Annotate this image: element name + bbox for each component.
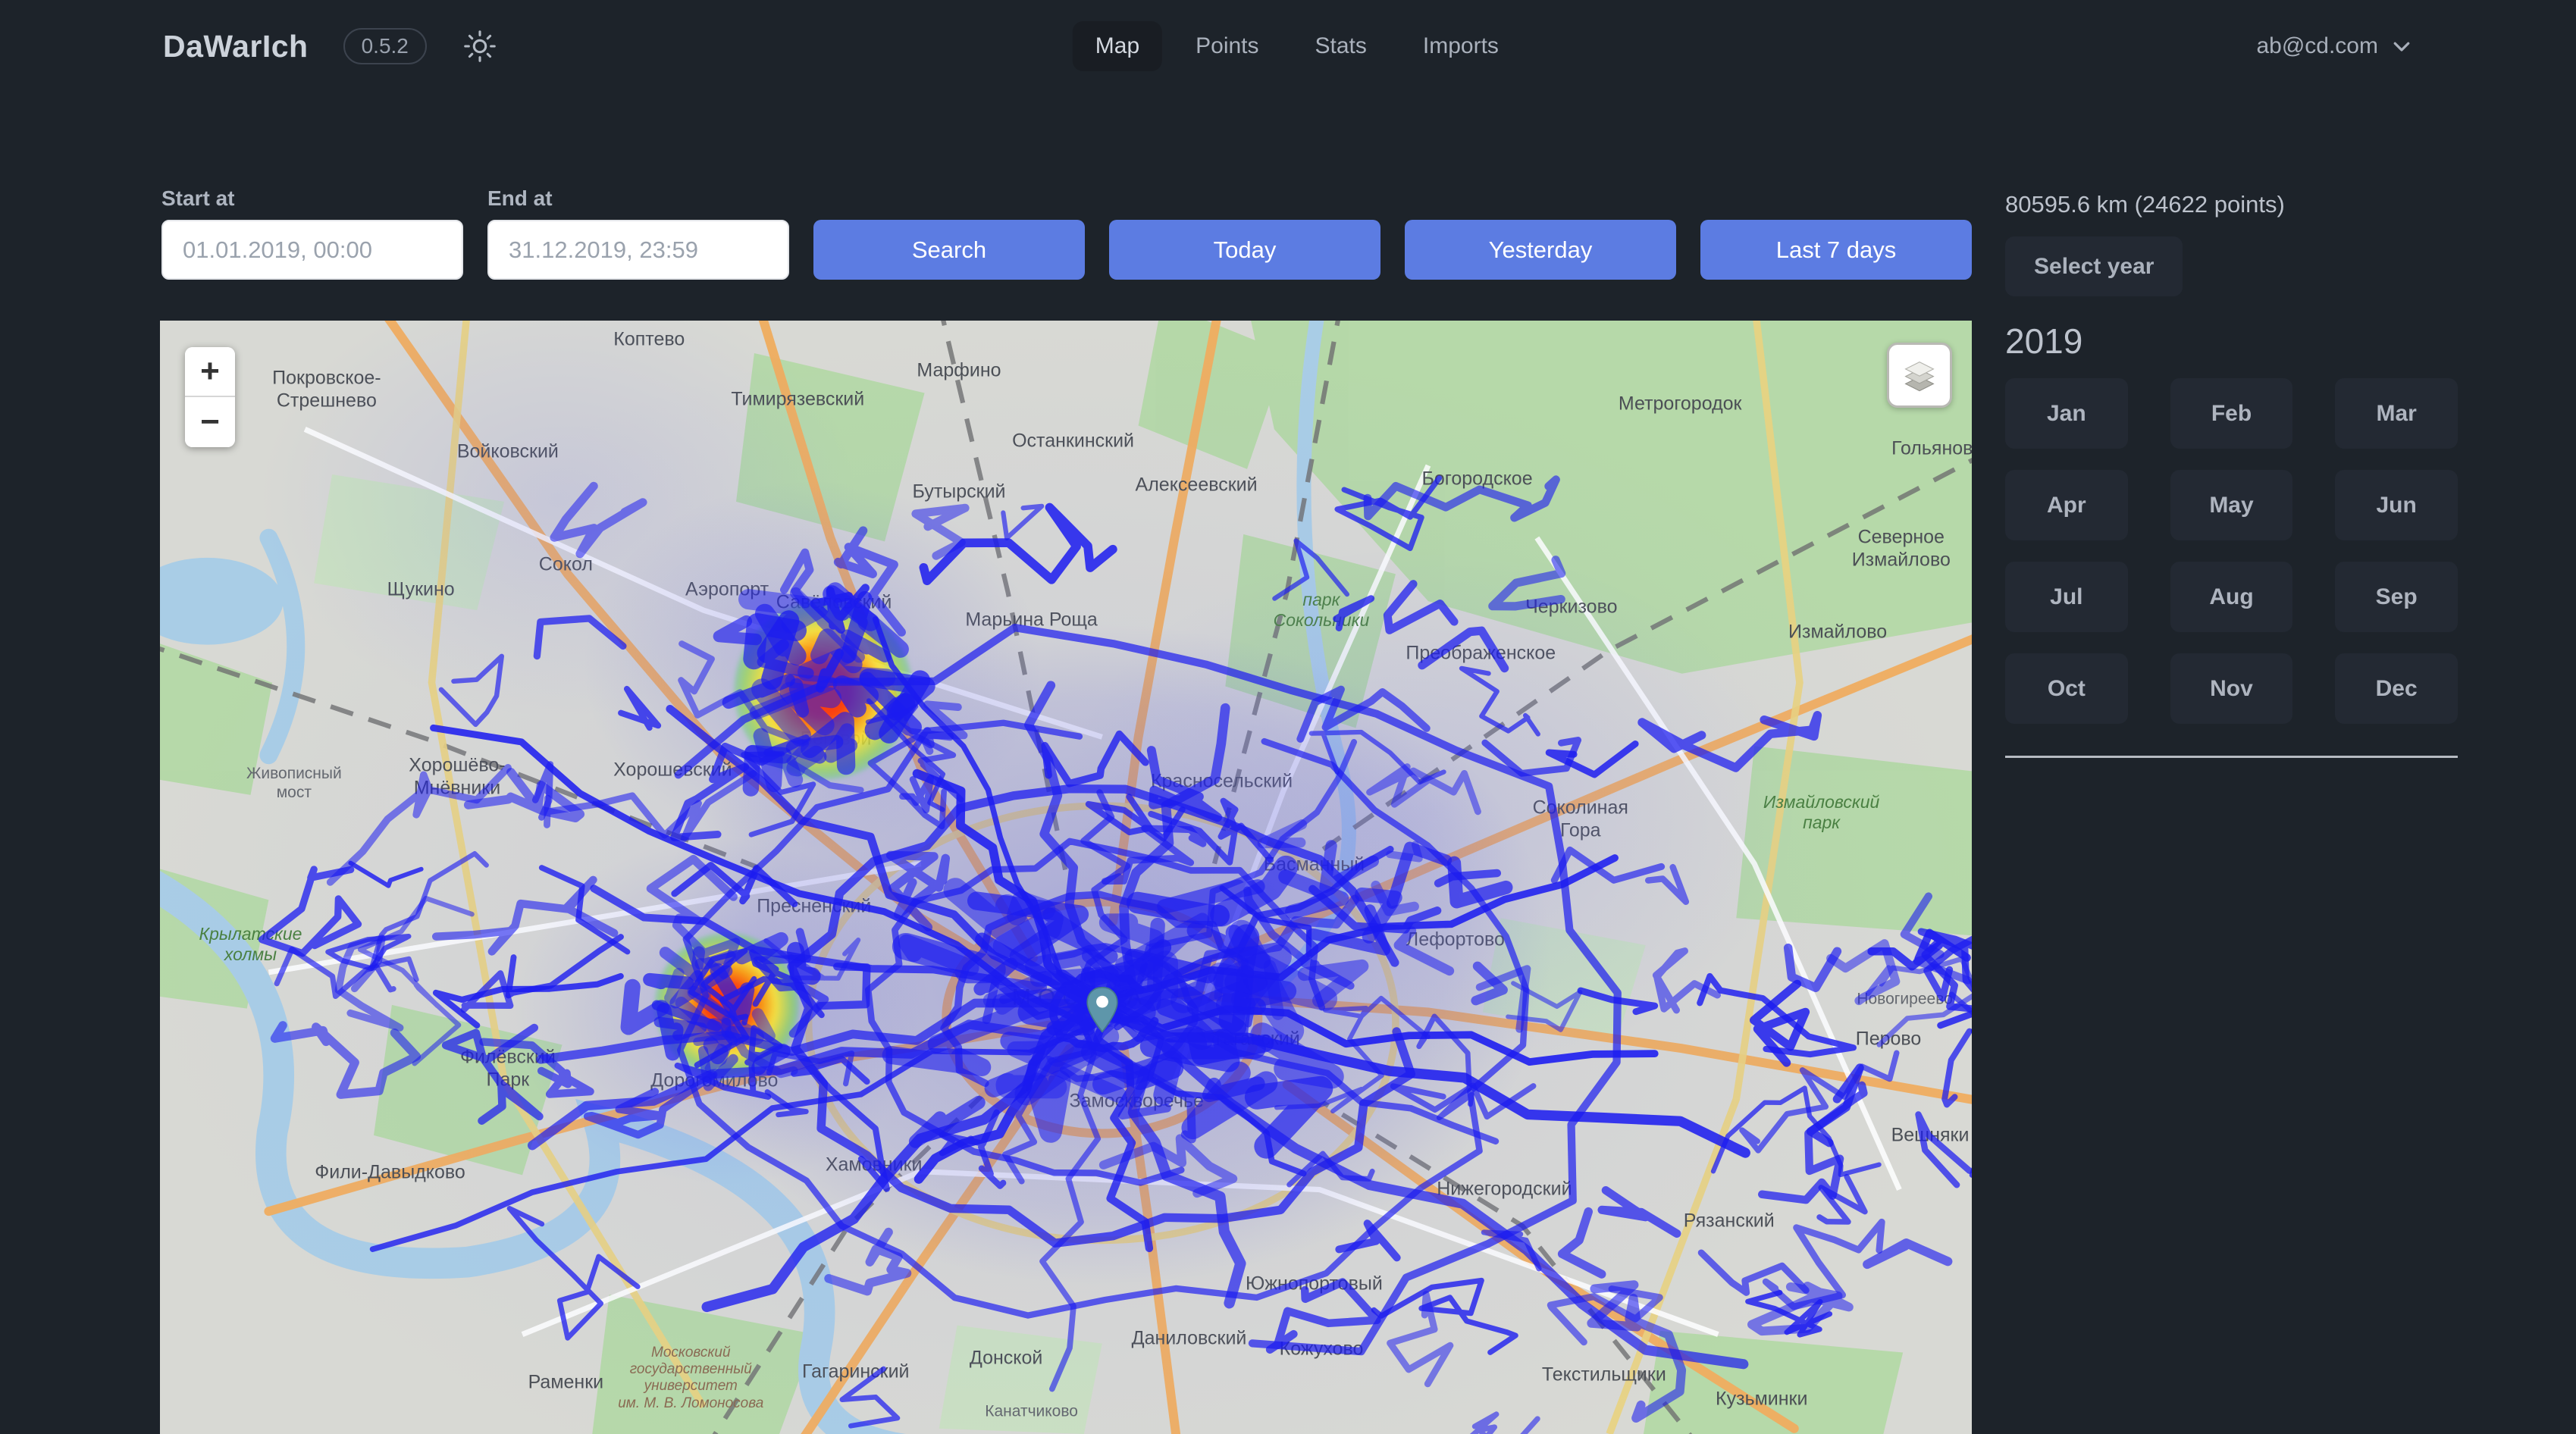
month-button-feb[interactable]: Feb [2170, 378, 2293, 449]
distance-summary: 80595.6 km (24622 points) [2005, 191, 2458, 218]
end-at-label: End at [487, 186, 789, 211]
last-7-days-button[interactable]: Last 7 days [1700, 220, 1972, 280]
start-at-label: Start at [161, 186, 463, 211]
month-button-jan[interactable]: Jan [2005, 378, 2128, 449]
month-button-sep[interactable]: Sep [2335, 562, 2458, 632]
month-button-mar[interactable]: Mar [2335, 378, 2458, 449]
search-button[interactable]: Search [813, 220, 1085, 280]
tab-points[interactable]: Points [1173, 21, 1281, 71]
map-canvas[interactable]: КоптевоПокровское- СтрешневоТимирязевски… [160, 321, 1972, 1434]
brand: DaWarIch 0.5.2 [163, 28, 498, 64]
select-year-button[interactable]: Select year [2005, 236, 2183, 296]
month-button-jun[interactable]: Jun [2335, 470, 2458, 540]
yesterday-button[interactable]: Yesterday [1405, 220, 1676, 280]
zoom-out-button[interactable]: − [185, 397, 235, 447]
tab-stats[interactable]: Stats [1293, 21, 1390, 71]
month-button-may[interactable]: May [2170, 470, 2293, 540]
month-button-jul[interactable]: Jul [2005, 562, 2128, 632]
sidebar: 80595.6 km (24622 points) Select year 20… [2005, 191, 2458, 758]
sidebar-divider [2005, 756, 2458, 758]
today-button[interactable]: Today [1109, 220, 1380, 280]
end-at-input[interactable] [487, 220, 789, 280]
chevron-down-icon [2390, 35, 2413, 58]
user-menu[interactable]: ab@cd.com [2256, 33, 2413, 59]
version-badge: 0.5.2 [343, 28, 427, 64]
layers-icon [1900, 355, 1939, 395]
start-at-input[interactable] [161, 220, 463, 280]
month-button-nov[interactable]: Nov [2170, 653, 2293, 724]
year-heading: 2019 [2005, 321, 2458, 362]
user-email: ab@cd.com [2256, 33, 2378, 59]
main-nav: Map Points Stats Imports [1073, 0, 1521, 92]
map-marker-pin[interactable] [1085, 986, 1120, 1037]
tab-map[interactable]: Map [1073, 21, 1162, 71]
tab-imports[interactable]: Imports [1400, 21, 1521, 71]
month-button-oct[interactable]: Oct [2005, 653, 2128, 724]
theme-toggle-button[interactable] [462, 28, 498, 64]
month-button-apr[interactable]: Apr [2005, 470, 2128, 540]
map-zoom-control: + − [185, 347, 235, 447]
month-button-dec[interactable]: Dec [2335, 653, 2458, 724]
month-button-aug[interactable]: Aug [2170, 562, 2293, 632]
sun-icon [463, 30, 497, 63]
navbar: DaWarIch 0.5.2 Map Points Stats Imports … [0, 0, 2576, 92]
gps-tracks-overlay [160, 321, 1972, 1434]
months-grid: Jan Feb Mar Apr May Jun Jul Aug Sep Oct … [2005, 378, 2458, 724]
map-layers-control[interactable] [1887, 343, 1952, 408]
app-logo: DaWarIch [163, 29, 309, 64]
end-at-field: End at [487, 186, 789, 280]
start-at-field: Start at [161, 186, 463, 280]
zoom-in-button[interactable]: + [185, 347, 235, 397]
filters-bar: Start at End at Search Today Yesterday L… [161, 186, 1972, 280]
